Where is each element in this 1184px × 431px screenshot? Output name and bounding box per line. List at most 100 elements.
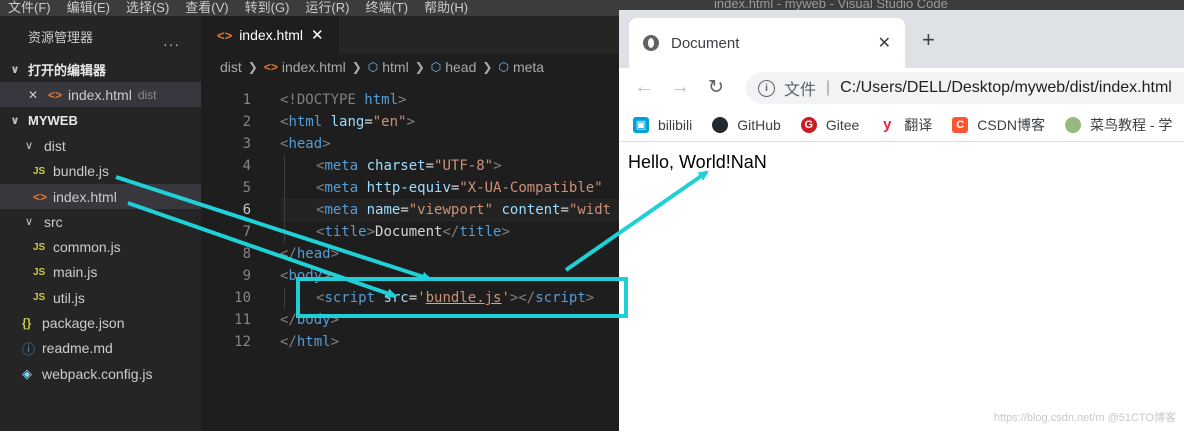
csdn-icon: C [952,116,969,133]
bookmark-runoob[interactable]: 菜鸟教程 - 学 [1064,115,1172,135]
bookmark-label: CSDN博客 [977,116,1045,133]
line-number: 7 [242,224,251,240]
code-line-current: <meta name="viewport" content="widt [316,202,612,218]
bundle-js-link[interactable]: bundle.js [426,290,502,306]
close-icon[interactable]: ✕ [28,88,48,102]
tree-folder-dist[interactable]: ∨ dist [0,133,201,158]
project-label: MYWEB [28,112,78,128]
bilibili-icon: ▣ [633,116,649,133]
open-editor-item-index-html[interactable]: ✕ <> index.html dist [0,82,201,108]
open-editor-folder: dist [137,87,157,102]
tree-item-label: package.json [42,315,125,332]
menu-edit[interactable]: 编辑(E) [59,1,118,14]
reload-icon[interactable]: ↻ [708,76,724,99]
line-number: 9 [242,268,251,284]
breadcrumb-item[interactable]: meta [513,59,544,75]
menu-file[interactable]: 文件(F) [0,1,59,14]
chevron-down-icon: ∨ [24,216,34,229]
chevron-right-icon: ❯ [351,60,362,74]
close-tab-icon[interactable]: ✕ [878,33,891,53]
code-line: <html lang="en"> [280,114,415,130]
browser-tab-title: Document [671,34,740,52]
youdao-icon: y [879,116,896,133]
code-line: <title>Document</title> [316,224,510,240]
line-number: 2 [242,114,251,130]
js-file-icon: JS [33,165,46,177]
bookmark-gitee[interactable]: G Gitee [800,116,860,133]
html-file-icon: <> [217,27,233,43]
breadcrumb: dist ❯ <> index.html ❯ ⬡ html ❯ ⬡ head ❯… [201,54,619,80]
bookmark-github[interactable]: GitHub [712,116,781,133]
tree-file-util-js[interactable]: JS util.js [0,285,201,310]
symbol-element-icon: ⬡ [367,60,379,74]
line-number: 10 [234,290,251,306]
more-actions-icon[interactable]: ··· [163,36,180,52]
close-tab-icon[interactable]: ✕ [311,26,324,44]
breadcrumb-item[interactable]: index.html [282,59,346,75]
line-number: 12 [234,334,251,350]
bookmarks-bar: ▣ bilibili GitHub G Gitee y 翻译 C CSDN博客 … [619,108,1184,142]
code-line: <!DOCTYPE html> [280,92,407,108]
js-file-icon: JS [33,266,46,278]
menu-help[interactable]: 帮助(H) [416,1,476,14]
code-line: <meta charset="UTF-8"> [316,158,502,174]
indent-guide [284,155,285,243]
symbol-element-icon: ⬡ [498,60,509,74]
open-editor-filename: index.html [68,86,132,103]
breadcrumb-item[interactable]: head [445,59,476,75]
code-line: </head> [280,246,340,262]
explorer-title: 资源管理器 [28,29,94,45]
info-icon[interactable]: i [758,79,775,97]
omnibox-separator: | [826,79,831,96]
browser-window: Document ✕ + ← → ↻ i 文件 | C:/Users/DELL/… [619,10,1184,431]
line-number: 1 [242,92,251,108]
editor-tab-bar: <> index.html ✕ [201,16,619,54]
tree-file-webpack-config-js[interactable]: ◈ webpack.config.js [0,361,201,386]
url-text[interactable]: C:/Users/DELL/Desktop/myweb/dist/index.h… [840,79,1172,97]
bookmark-label: bilibili [658,116,693,133]
project-section[interactable]: ∨ MYWEB [0,107,201,133]
runoob-icon [1064,116,1081,133]
tree-file-index-html[interactable]: <> index.html [0,183,201,210]
bookmark-fanyi[interactable]: y 翻译 [879,115,932,135]
bookmark-bilibili[interactable]: ▣ bilibili [633,116,693,133]
tree-file-bundle-js[interactable]: JS bundle.js [0,159,201,184]
tree-file-readme-md[interactable]: ⓘ readme.md [0,336,201,361]
breadcrumb-item[interactable]: dist [220,59,242,75]
tree-file-common-js[interactable]: JS common.js [0,234,201,259]
chevron-right-icon: ❯ [247,60,258,74]
open-editors-label: 打开的编辑器 [28,62,107,78]
js-file-icon: JS [33,241,46,253]
tree-file-main-js[interactable]: JS main.js [0,260,201,285]
globe-icon [643,35,659,51]
bookmark-csdn[interactable]: C CSDN博客 [952,115,1045,135]
menu-selection[interactable]: 选择(S) [118,1,177,14]
line-number: 3 [242,136,251,152]
bookmark-label: 翻译 [904,116,933,133]
menu-run[interactable]: 运行(R) [297,1,357,14]
forward-arrow-icon[interactable]: → [670,76,690,99]
address-bar[interactable]: i 文件 | C:/Users/DELL/Desktop/myweb/dist/… [746,72,1184,104]
chevron-right-icon: ❯ [414,60,425,74]
breadcrumb-item[interactable]: html [382,59,408,75]
line-number-current: 6 [242,202,251,218]
bookmark-label: Gitee [825,116,860,133]
menu-go[interactable]: 转到(G) [237,1,298,14]
github-icon [712,116,729,133]
tree-file-package-json[interactable]: {} package.json [0,310,201,335]
chevron-down-icon: ∨ [24,140,34,153]
menu-view[interactable]: 查看(V) [177,1,236,14]
open-editors-section[interactable]: ∨ 打开的编辑器 [0,56,201,82]
tree-folder-src[interactable]: ∨ src [0,209,201,234]
explorer-header: 资源管理器 ··· [0,16,201,56]
new-tab-button[interactable]: + [922,27,935,53]
back-arrow-icon[interactable]: ← [634,76,654,99]
html-file-icon: <> [33,189,48,204]
bookmark-label: GitHub [737,116,781,133]
tab-index-html[interactable]: <> index.html ✕ [201,16,339,54]
html-file-icon: <> [48,87,63,102]
browser-tab-document[interactable]: Document ✕ [629,18,905,68]
menu-terminal[interactable]: 终端(T) [357,1,416,14]
page-text: Hello, World!NaN [628,152,767,172]
line-number: 5 [242,180,251,196]
